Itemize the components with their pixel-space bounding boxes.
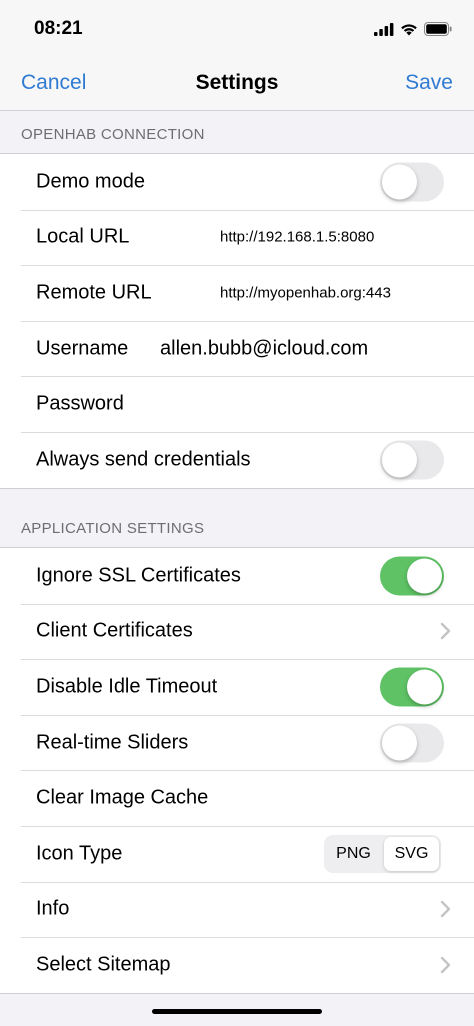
realtime-sliders-label: Real-time Sliders	[36, 731, 189, 754]
local-url-field[interactable]: http://192.168.1.5:8080	[220, 229, 374, 246]
realtime-sliders-row: Real-time Sliders	[0, 714, 474, 771]
password-label: Password	[36, 392, 124, 415]
navigation-bar: Cancel Settings Save	[0, 58, 474, 111]
local-url-label: Local URL	[36, 225, 130, 248]
demo-mode-toggle[interactable]	[380, 162, 444, 202]
section-header-openhab-connection: OPENHAB CONNECTION	[21, 126, 205, 143]
wifi-icon	[401, 23, 417, 35]
section-header-application-settings: APPLICATION SETTINGS	[21, 520, 205, 537]
local-url-row[interactable]: Local URL http://192.168.1.5:8080	[0, 209, 474, 266]
realtime-sliders-toggle[interactable]	[380, 723, 444, 763]
select-sitemap-label: Select Sitemap	[36, 953, 171, 976]
always-send-credentials-row: Always send credentials	[0, 431, 474, 488]
info-label: Info	[36, 897, 70, 920]
application-settings-group: Ignore SSL Certificates Client Certifica…	[0, 547, 474, 994]
home-indicator	[152, 1009, 322, 1014]
always-send-credentials-toggle[interactable]	[380, 440, 444, 480]
demo-mode-label: Demo mode	[36, 170, 145, 193]
client-certificates-row[interactable]: Client Certificates	[0, 603, 474, 660]
cancel-button[interactable]: Cancel	[21, 71, 86, 95]
remote-url-field[interactable]: http://myopenhab.org:443	[220, 284, 391, 301]
clear-image-cache-label: Clear Image Cache	[36, 786, 209, 809]
info-row[interactable]: Info	[0, 881, 474, 938]
select-sitemap-row[interactable]: Select Sitemap	[0, 937, 474, 993]
remote-url-row[interactable]: Remote URL http://myopenhab.org:443	[0, 265, 474, 321]
disable-idle-timeout-label: Disable Idle Timeout	[36, 675, 218, 698]
save-button[interactable]: Save	[405, 71, 453, 95]
ignore-ssl-toggle[interactable]	[380, 556, 444, 596]
username-row[interactable]: Username allen.bubb@icloud.com	[0, 320, 474, 377]
username-field[interactable]: allen.bubb@icloud.com	[160, 337, 368, 360]
status-icons	[374, 21, 452, 37]
icon-type-option-png[interactable]: PNG	[326, 837, 381, 871]
disable-idle-timeout-toggle[interactable]	[380, 667, 444, 707]
disable-idle-timeout-row: Disable Idle Timeout	[0, 659, 474, 715]
always-send-credentials-label: Always send credentials	[36, 448, 251, 471]
cellular-signal-icon	[374, 22, 394, 36]
clear-image-cache-row[interactable]: Clear Image Cache	[0, 770, 474, 826]
demo-mode-row: Demo mode	[0, 154, 474, 210]
client-certificates-label: Client Certificates	[36, 619, 193, 642]
ignore-ssl-label: Ignore SSL Certificates	[36, 564, 241, 587]
chevron-right-icon	[440, 623, 451, 640]
icon-type-row: Icon Type PNG SVG	[0, 825, 474, 882]
icon-type-segmented-control: PNG SVG	[324, 834, 441, 873]
password-row[interactable]: Password	[0, 376, 474, 432]
chevron-right-icon	[440, 956, 451, 974]
icon-type-option-svg[interactable]: SVG	[384, 836, 439, 871]
icon-type-label: Icon Type	[36, 842, 123, 865]
remote-url-label: Remote URL	[36, 281, 152, 304]
status-bar: 08:21	[0, 0, 474, 58]
status-time: 08:21	[34, 18, 83, 39]
chevron-right-icon	[440, 901, 451, 918]
ignore-ssl-row: Ignore SSL Certificates	[0, 548, 474, 604]
username-label: Username	[36, 337, 129, 360]
openhab-connection-group: Demo mode Local URL http://192.168.1.5:8…	[0, 153, 474, 489]
battery-icon	[424, 22, 452, 36]
